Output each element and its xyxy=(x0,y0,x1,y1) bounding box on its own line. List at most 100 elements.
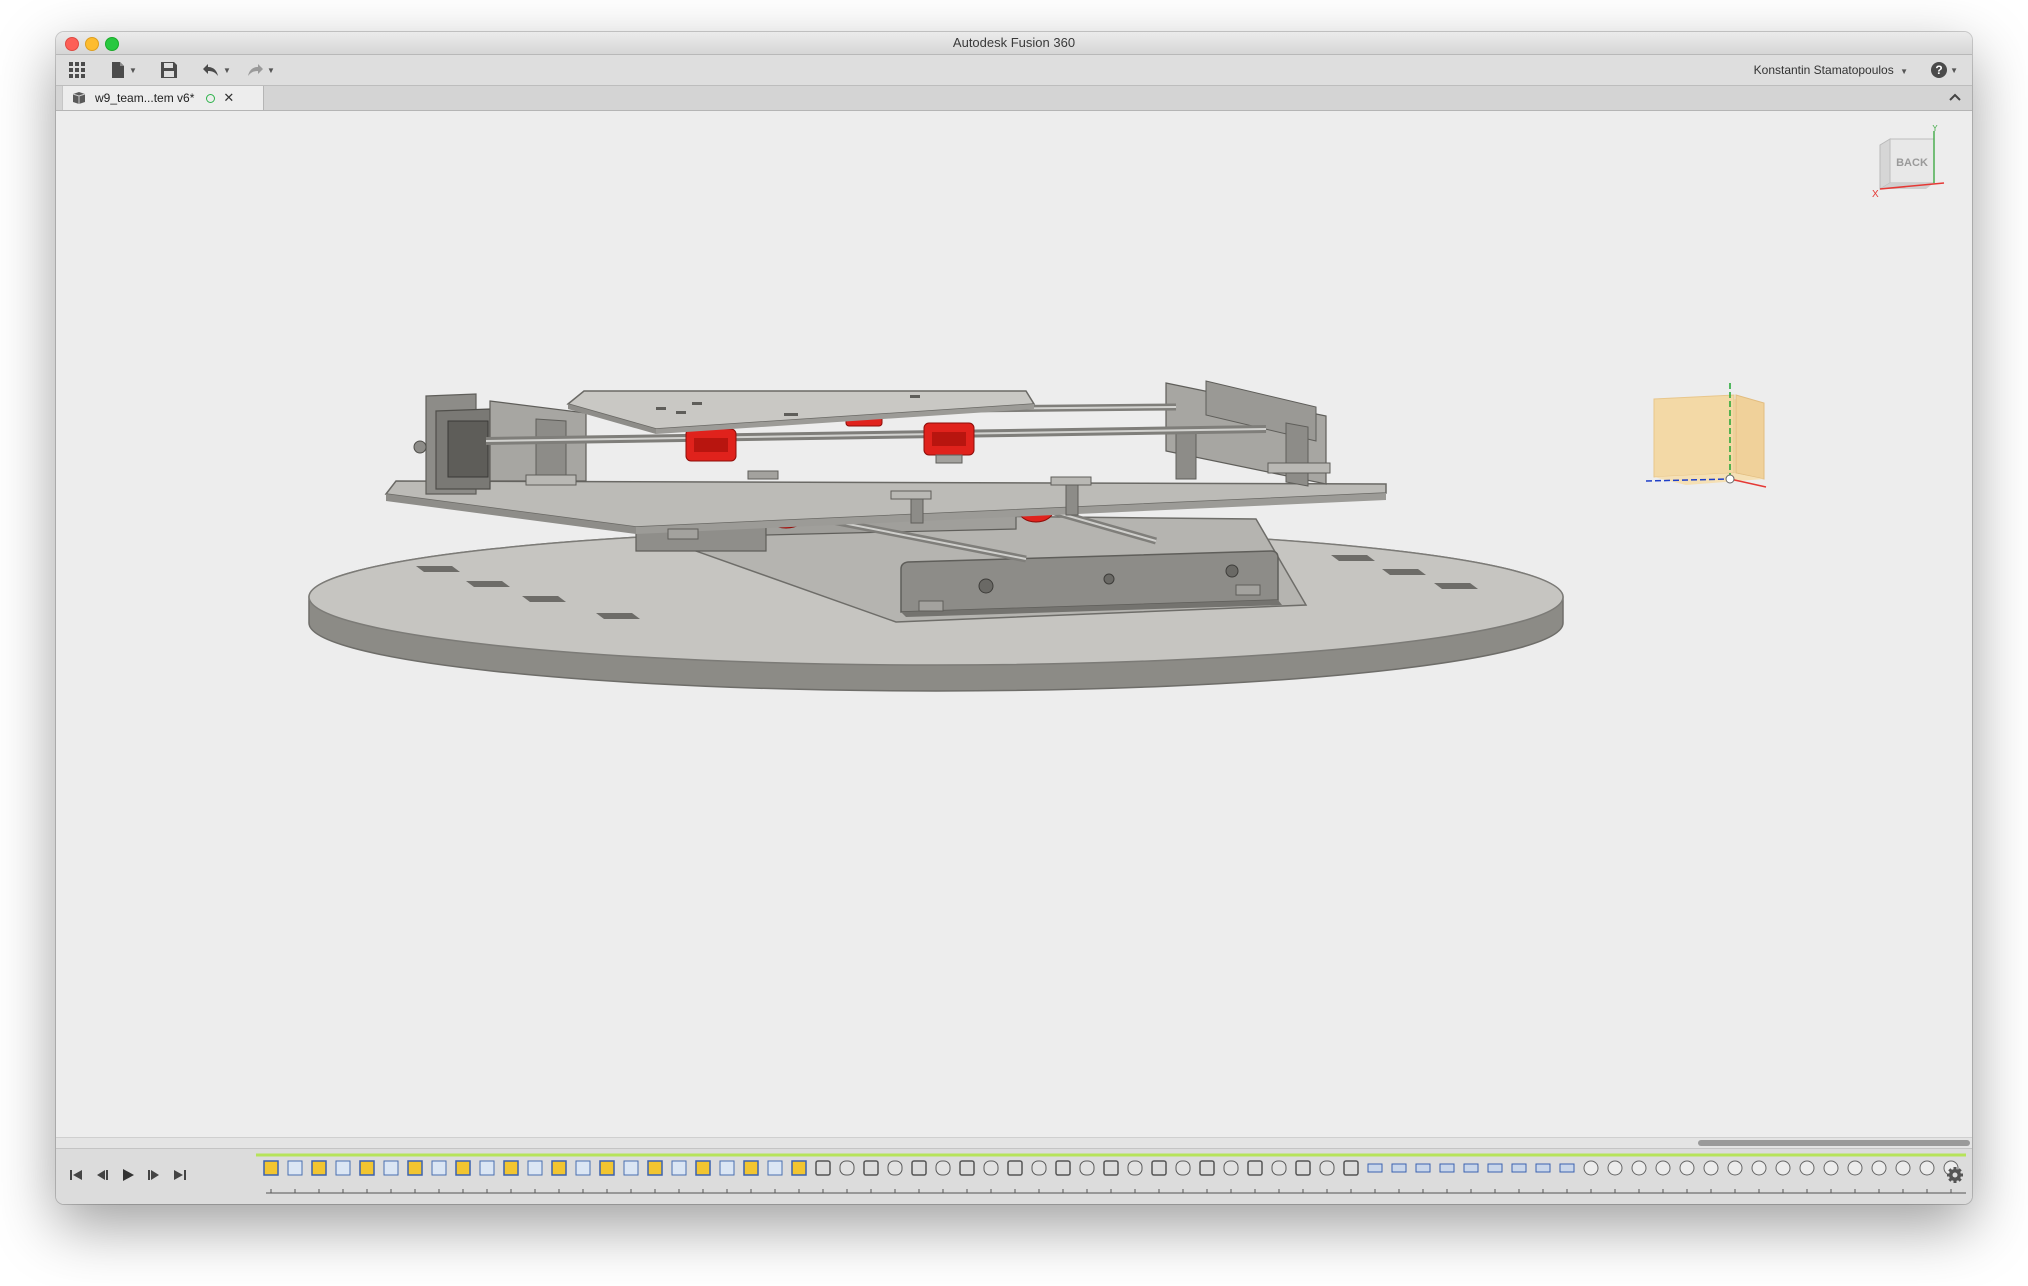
timeline-feature-icon[interactable] xyxy=(1271,1160,1287,1193)
timeline-feature-icon[interactable] xyxy=(1103,1160,1119,1193)
save-icon xyxy=(161,62,177,78)
cube-doc-icon xyxy=(72,92,86,104)
timeline-feature-icon[interactable] xyxy=(1415,1163,1431,1193)
timeline-feature-icon[interactable] xyxy=(1583,1160,1599,1193)
timeline-feature-icon[interactable] xyxy=(719,1160,735,1193)
file-menu-button[interactable]: ▼ xyxy=(110,59,137,81)
timeline-feature-icon[interactable] xyxy=(383,1160,399,1193)
timeline-feature-icon[interactable] xyxy=(671,1160,687,1193)
timeline-feature-icon[interactable] xyxy=(1871,1160,1887,1193)
timeline-feature-icon[interactable] xyxy=(1775,1160,1791,1193)
timeline-feature-icon[interactable] xyxy=(263,1160,279,1193)
undo-button[interactable]: ▼ xyxy=(202,59,231,81)
timeline-feature-icon[interactable] xyxy=(1055,1160,1071,1193)
timeline-feature-icon[interactable] xyxy=(1919,1160,1935,1193)
timeline-feature-icon[interactable] xyxy=(1007,1160,1023,1193)
gear-icon xyxy=(1947,1167,1963,1183)
viewport-canvas[interactable]: BACK Y X xyxy=(56,111,1972,1137)
timeline-feature-icon[interactable] xyxy=(431,1160,447,1193)
timeline-feature-icon[interactable] xyxy=(575,1160,591,1193)
timeline-feature-icon[interactable] xyxy=(1127,1160,1143,1193)
timeline-feature-icon[interactable] xyxy=(503,1160,519,1193)
user-account-menu[interactable]: Konstantin Stamatopoulos ▼ xyxy=(1754,55,1908,85)
3d-model-assembly[interactable] xyxy=(56,111,1972,1137)
timeline-feature-icon[interactable] xyxy=(1487,1163,1503,1193)
timeline-feature-icon[interactable] xyxy=(1247,1160,1263,1193)
help-button[interactable]: ? ▼ xyxy=(1931,61,1958,79)
timeline-feature-icon[interactable] xyxy=(1799,1160,1815,1193)
timeline-feature-icon[interactable] xyxy=(1823,1160,1839,1193)
timeline-feature-icon[interactable] xyxy=(1343,1160,1359,1193)
timeline-feature-icon[interactable] xyxy=(359,1160,375,1193)
timeline-step-back-button[interactable] xyxy=(92,1165,112,1185)
timeline-feature-icon[interactable] xyxy=(335,1160,351,1193)
timeline-feature-icon[interactable] xyxy=(647,1160,663,1193)
timeline-feature-icon[interactable] xyxy=(1031,1160,1047,1193)
timeline-feature-icon[interactable] xyxy=(311,1160,327,1193)
origin-planes-gizmo[interactable] xyxy=(1646,381,1796,511)
timeline-feature-icon[interactable] xyxy=(599,1160,615,1193)
timeline-feature-icon[interactable] xyxy=(1295,1160,1311,1193)
timeline-feature-icon[interactable] xyxy=(767,1160,783,1193)
timeline-feature-icon[interactable] xyxy=(1751,1160,1767,1193)
timeline-feature-track[interactable] xyxy=(206,1149,1966,1204)
data-panel-button[interactable] xyxy=(68,59,86,81)
timeline-feature-icon[interactable] xyxy=(1727,1160,1743,1193)
timeline-feature-icon[interactable] xyxy=(1175,1160,1191,1193)
timeline-feature-icon[interactable] xyxy=(1895,1160,1911,1193)
timeline-feature-icon[interactable] xyxy=(863,1160,879,1193)
timeline-feature-icon[interactable] xyxy=(287,1160,303,1193)
timeline-feature-icon[interactable] xyxy=(407,1160,423,1193)
timeline-settings-button[interactable] xyxy=(1946,1166,1964,1189)
timeline-go-end-button[interactable] xyxy=(170,1165,190,1185)
timeline-go-start-button[interactable] xyxy=(66,1165,86,1185)
timeline-step-forward-button[interactable] xyxy=(144,1165,164,1185)
timeline-feature-icon[interactable] xyxy=(527,1160,543,1193)
toolbar: ▼ ▼ ▼ Konstantin Stamatopoulos ▼ ? ▼ xyxy=(56,55,1972,86)
timeline-feature-icon[interactable] xyxy=(455,1160,471,1193)
timeline-feature-icon[interactable] xyxy=(959,1160,975,1193)
timeline-feature-icon[interactable] xyxy=(1151,1160,1167,1193)
timeline-feature-icon[interactable] xyxy=(743,1160,759,1193)
timeline-feature-icon[interactable] xyxy=(1679,1160,1695,1193)
timeline-feature-icon[interactable] xyxy=(1367,1163,1383,1193)
redo-button[interactable]: ▼ xyxy=(246,59,275,81)
timeline-scrollbar[interactable] xyxy=(56,1137,1972,1148)
timeline-feature-icon[interactable] xyxy=(1511,1163,1527,1193)
timeline-feature-icon[interactable] xyxy=(1607,1160,1623,1193)
document-tab[interactable]: w9_team...tem v6* ✕ xyxy=(62,86,264,110)
timeline-feature-icon[interactable] xyxy=(815,1160,831,1193)
document-tab-label: w9_team...tem v6* xyxy=(95,91,195,105)
timeline-feature-icon[interactable] xyxy=(1631,1160,1647,1193)
timeline-feature-icon[interactable] xyxy=(623,1160,639,1193)
timeline-scroll-thumb[interactable] xyxy=(1698,1140,1970,1146)
timeline-feature-icon[interactable] xyxy=(1847,1160,1863,1193)
timeline-feature-icon[interactable] xyxy=(1319,1160,1335,1193)
timeline-feature-icon[interactable] xyxy=(479,1160,495,1193)
timeline-feature-icon[interactable] xyxy=(1655,1160,1671,1193)
close-icon[interactable]: ✕ xyxy=(223,90,234,106)
timeline-feature-icon[interactable] xyxy=(1079,1160,1095,1193)
timeline-feature-icon[interactable] xyxy=(1535,1163,1551,1193)
app-window: Autodesk Fusion 360 ▼ ▼ ▼ Konstantin Sta… xyxy=(56,32,1972,1204)
play-icon xyxy=(123,1169,134,1181)
timeline-feature-icon[interactable] xyxy=(983,1160,999,1193)
timeline-feature-icon[interactable] xyxy=(839,1160,855,1193)
timeline-feature-icon[interactable] xyxy=(551,1160,567,1193)
timeline-feature-icon[interactable] xyxy=(911,1160,927,1193)
timeline-feature-icon[interactable] xyxy=(887,1160,903,1193)
timeline-feature-icon[interactable] xyxy=(1463,1163,1479,1193)
timeline-feature-icon[interactable] xyxy=(1391,1163,1407,1193)
timeline-feature-icon[interactable] xyxy=(791,1160,807,1193)
timeline-feature-icon[interactable] xyxy=(1223,1160,1239,1193)
viewcube[interactable]: BACK Y X xyxy=(1866,123,1946,220)
timeline-feature-icon[interactable] xyxy=(1559,1163,1575,1193)
timeline-feature-icon[interactable] xyxy=(935,1160,951,1193)
save-button[interactable] xyxy=(160,59,178,81)
timeline-feature-icon[interactable] xyxy=(695,1160,711,1193)
timeline-feature-icon[interactable] xyxy=(1703,1160,1719,1193)
timeline-feature-icon[interactable] xyxy=(1439,1163,1455,1193)
timeline-feature-icon[interactable] xyxy=(1199,1160,1215,1193)
chevron-up-icon[interactable] xyxy=(1948,90,1962,104)
timeline-play-button[interactable] xyxy=(118,1165,138,1185)
